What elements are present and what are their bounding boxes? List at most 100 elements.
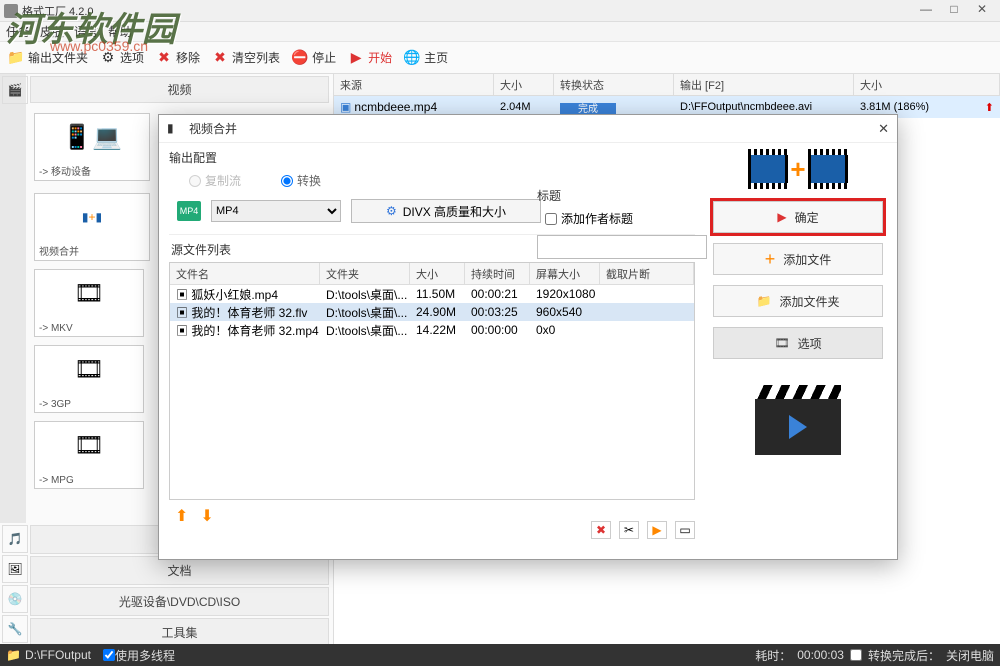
tile-mpg[interactable]: 🎞 -> MPG xyxy=(34,421,144,489)
fcol-screen[interactable]: 屏幕大小 xyxy=(530,263,600,284)
menu-task[interactable]: 任务 xyxy=(6,23,30,40)
3gp-icon: 🎞 xyxy=(35,346,143,392)
col-source[interactable]: 来源 xyxy=(334,74,494,95)
output-config-label: 输出配置 xyxy=(169,149,695,166)
add-file-button[interactable]: +添加文件 xyxy=(713,243,883,275)
menu-skin[interactable]: 皮肤 xyxy=(40,23,64,40)
menu-help[interactable]: 帮助 xyxy=(108,23,132,40)
section-disc[interactable]: 光驱设备\DVD\CD\ISO xyxy=(30,587,329,616)
fcol-folder[interactable]: 文件夹 xyxy=(320,263,410,284)
file-icon: ▣ xyxy=(340,100,351,114)
folder-plus-icon: 📁 xyxy=(757,294,772,308)
move-down-button[interactable]: ⬇ xyxy=(200,506,213,526)
play-preview-button[interactable]: ▶ xyxy=(647,521,667,539)
file-row[interactable]: ▣ 狐妖小红娘.mp4 D:\tools\桌面\... 11.50M 00:00… xyxy=(170,285,694,303)
task-list-header: 来源 大小 转换状态 输出 [F2] 大小 xyxy=(334,74,1000,96)
mkv-icon: 🎞 xyxy=(35,270,143,316)
fcol-size[interactable]: 大小 xyxy=(410,263,465,284)
start-icon: ▶ xyxy=(346,48,366,68)
output-folder-button[interactable]: 📁输出文件夹 xyxy=(6,48,88,68)
maximize-button[interactable]: □ xyxy=(940,2,968,20)
app-icon xyxy=(4,4,18,18)
add-folder-button[interactable]: 📁添加文件夹 xyxy=(713,285,883,317)
radio-copy-stream[interactable]: 复制流 xyxy=(189,172,241,189)
dialog-options-button[interactable]: 🎞选项 xyxy=(713,327,883,359)
remove-icon: ✖ xyxy=(154,48,174,68)
merge-icon: ▮+▮ xyxy=(35,194,149,240)
section-tools[interactable]: 工具集 xyxy=(30,618,329,647)
title-group-label: 标题 xyxy=(537,187,707,204)
mpg-icon: 🎞 xyxy=(35,422,143,468)
elapsed-label: 耗时： xyxy=(755,647,791,664)
tile-video-merge[interactable]: ▮+▮ 视频合并 xyxy=(34,193,150,261)
video-category-header[interactable]: 视频 xyxy=(30,76,329,103)
gear-icon: ⚙ xyxy=(386,204,397,218)
file-row[interactable]: ▣ 我的！体育老师 32.flv D:\tools\桌面\... 24.90M … xyxy=(170,303,694,321)
codec-settings-button[interactable]: ⚙DIVX 高质量和大小 xyxy=(351,199,541,223)
window-title: 格式工厂 4.2.0 xyxy=(22,3,912,19)
clear-list-button[interactable]: ✖清空列表 xyxy=(210,48,280,68)
delete-item-button[interactable]: ✖ xyxy=(591,521,611,539)
start-button[interactable]: ▶开始 xyxy=(346,48,392,68)
stop-button[interactable]: ⛔停止 xyxy=(290,48,336,68)
globe-icon: 🌐 xyxy=(402,48,422,68)
col-size[interactable]: 大小 xyxy=(494,74,554,95)
tile-mobile-device[interactable]: 📱💻 -> 移动设备 xyxy=(34,113,150,181)
fcol-duration[interactable]: 持续时间 xyxy=(465,263,530,284)
after-convert-checkbox[interactable] xyxy=(850,649,862,661)
titlebar: 格式工厂 4.2.0 — □ ✕ xyxy=(0,0,1000,22)
close-button[interactable]: ✕ xyxy=(968,2,996,20)
clapperboard-graphic xyxy=(755,379,841,455)
multithread-checkbox[interactable] xyxy=(103,649,115,661)
title-input[interactable] xyxy=(537,235,707,259)
source-file-table: 文件名 文件夹 大小 持续时间 屏幕大小 截取片断 ▣ 狐妖小红娘.mp4 D:… xyxy=(169,262,695,500)
ok-button[interactable]: ▶确定 xyxy=(713,201,883,233)
priority-up-icon[interactable]: ⬆ xyxy=(979,99,1000,116)
film-icon: 🎞 xyxy=(774,336,789,350)
stop-icon: ⛔ xyxy=(290,48,310,68)
dialog-title-text: 视频合并 xyxy=(189,120,237,137)
tools-category-icon[interactable]: 🔧 xyxy=(2,615,28,643)
format-select[interactable]: MP4 xyxy=(211,200,341,222)
menu-language[interactable]: 语言 xyxy=(74,23,98,40)
col-osize[interactable]: 大小 xyxy=(854,74,1000,95)
elapsed-value: 00:00:03 xyxy=(797,648,844,662)
dialog-icon: ▮ xyxy=(167,121,183,137)
image-category-icon[interactable]: 🖼 xyxy=(2,555,28,583)
move-up-button[interactable]: ⬆ xyxy=(175,506,188,526)
after-value: 关闭电脑 xyxy=(946,647,994,664)
section-document[interactable]: 文档 xyxy=(30,556,329,585)
home-button[interactable]: 🌐主页 xyxy=(402,48,448,68)
video-merge-dialog: ▮ 视频合并 ✕ 输出配置 复制流 转换 MP4 MP4 ⚙DIVX 高质量和大… xyxy=(158,114,898,560)
tile-3gp[interactable]: 🎞 -> 3GP xyxy=(34,345,144,413)
dialog-close-button[interactable]: ✕ xyxy=(878,121,889,137)
info-button[interactable]: ▭ xyxy=(675,521,695,539)
disc-category-icon[interactable]: 💿 xyxy=(2,585,28,613)
col-status[interactable]: 转换状态 xyxy=(554,74,674,95)
radio-convert[interactable]: 转换 xyxy=(281,172,321,189)
fcol-name[interactable]: 文件名 xyxy=(170,263,320,284)
play-icon: ▶ xyxy=(777,210,786,224)
remove-button[interactable]: ✖移除 xyxy=(154,48,200,68)
file-row[interactable]: ▣ 我的！体育老师 32.mp4 D:\tools\桌面\... 14.22M … xyxy=(170,321,694,339)
folder-icon[interactable]: 📁 xyxy=(6,648,21,662)
author-title-checkbox[interactable] xyxy=(545,213,557,225)
fcol-clip[interactable]: 截取片断 xyxy=(600,263,694,284)
merge-graphic: + xyxy=(713,149,883,189)
multithread-label: 使用多线程 xyxy=(115,647,175,664)
toolbar: 📁输出文件夹 ⚙选项 ✖移除 ✖清空列表 ⛔停止 ▶开始 🌐主页 xyxy=(0,42,1000,74)
tile-mkv[interactable]: 🎞 -> MKV xyxy=(34,269,144,337)
menubar: 任务 皮肤 语言 帮助 xyxy=(0,22,1000,42)
video-category-icon[interactable]: 🎬 xyxy=(2,76,28,104)
dialog-titlebar: ▮ 视频合并 ✕ xyxy=(159,115,897,143)
audio-category-icon[interactable]: 🎵 xyxy=(2,525,28,553)
folder-icon: 📁 xyxy=(6,48,26,68)
mp4-badge-icon: MP4 xyxy=(177,201,201,221)
clip-button[interactable]: ✂ xyxy=(619,521,639,539)
clear-icon: ✖ xyxy=(210,48,230,68)
options-button[interactable]: ⚙选项 xyxy=(98,48,144,68)
plus-icon: + xyxy=(765,249,776,270)
output-path-label[interactable]: D:\FFOutput xyxy=(25,648,91,662)
minimize-button[interactable]: — xyxy=(912,2,940,20)
col-output[interactable]: 输出 [F2] xyxy=(674,74,854,95)
